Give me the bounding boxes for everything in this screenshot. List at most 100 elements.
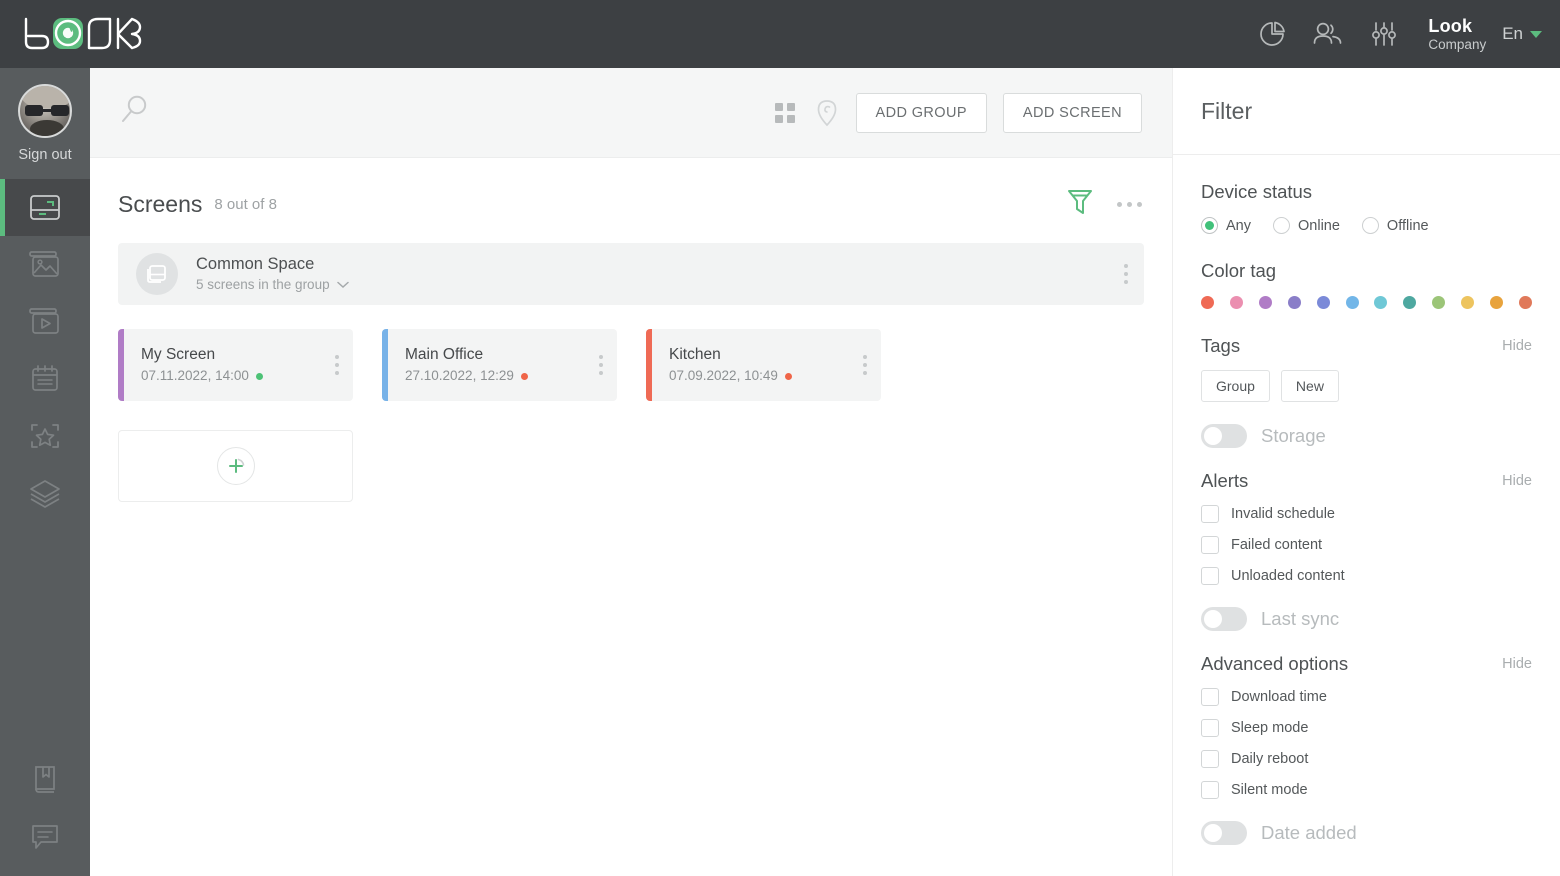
section-actions xyxy=(1065,186,1142,223)
screens-count: 8 out of 8 xyxy=(214,196,277,213)
sidebar-item-layers[interactable] xyxy=(0,464,90,521)
sidebar-item-screens[interactable] xyxy=(0,179,90,236)
date-added-toggle-row: Date added xyxy=(1201,821,1532,845)
screen-meta: 07.11.2022, 14:00 xyxy=(141,366,263,386)
color-swatch[interactable] xyxy=(1519,296,1532,309)
color-swatch[interactable] xyxy=(1432,296,1445,309)
group-text: Common Space 5 screens in the group xyxy=(196,254,349,294)
color-swatch[interactable] xyxy=(1259,296,1272,309)
checkbox-failed-content[interactable]: Failed content xyxy=(1201,536,1532,554)
sliders-icon[interactable] xyxy=(1356,11,1412,57)
storage-toggle-row: Storage xyxy=(1201,424,1532,448)
date-added-toggle[interactable] xyxy=(1201,821,1247,845)
radio-icon xyxy=(1362,217,1379,234)
color-swatch[interactable] xyxy=(1346,296,1359,309)
color-swatch[interactable] xyxy=(1201,296,1214,309)
checkbox-label: Daily reboot xyxy=(1231,751,1308,767)
color-swatch[interactable] xyxy=(1403,296,1416,309)
screen-menu-icon[interactable] xyxy=(335,355,339,375)
checkbox-download-time[interactable]: Download time xyxy=(1201,688,1532,706)
look-logo[interactable] xyxy=(22,14,152,54)
color-swatch[interactable] xyxy=(1490,296,1503,309)
group-row-common-space[interactable]: Common Space 5 screens in the group xyxy=(118,243,1144,305)
last-sync-toggle-row: Last sync xyxy=(1201,607,1532,631)
radio-icon xyxy=(1273,217,1290,234)
alerts-hide-link[interactable]: Hide xyxy=(1502,473,1532,489)
checkbox-silent-mode[interactable]: Silent mode xyxy=(1201,781,1532,799)
chevron-down-icon[interactable] xyxy=(337,281,349,289)
tag-chip-new[interactable]: New xyxy=(1281,370,1339,402)
checkbox-icon xyxy=(1201,719,1219,737)
card-body: My Screen 07.11.2022, 14:00 xyxy=(124,344,263,386)
color-swatch[interactable] xyxy=(1374,296,1387,309)
pie-chart-icon[interactable] xyxy=(1244,11,1300,57)
sidebar-item-images[interactable] xyxy=(0,236,90,293)
add-screen-card[interactable] xyxy=(118,430,353,502)
last-sync-toggle[interactable] xyxy=(1201,607,1247,631)
color-swatch[interactable] xyxy=(1288,296,1301,309)
card-body: Main Office 27.10.2022, 12:29 xyxy=(388,344,528,386)
screen-card[interactable]: Kitchen 07.09.2022, 10:49 xyxy=(646,329,881,401)
sidebar-nav xyxy=(0,179,90,521)
tag-chip-group[interactable]: Group xyxy=(1201,370,1270,402)
group-menu-icon[interactable] xyxy=(1124,264,1128,284)
grid-view-icon[interactable] xyxy=(772,100,798,126)
search-icon[interactable] xyxy=(116,92,152,133)
screen-meta: 07.09.2022, 10:49 xyxy=(669,366,792,386)
add-screen-button[interactable]: ADD SCREEN xyxy=(1003,93,1142,133)
sidebar-item-manual[interactable] xyxy=(0,750,90,807)
color-swatch[interactable] xyxy=(1230,296,1243,309)
screen-name: Main Office xyxy=(405,344,528,366)
main-content: ADD GROUP ADD SCREEN Screens 8 out of 8 xyxy=(90,68,1172,876)
group-name: Common Space xyxy=(196,254,349,275)
language-selector[interactable]: En xyxy=(1502,24,1542,44)
sidebar-item-video[interactable] xyxy=(0,293,90,350)
filter-funnel-icon[interactable] xyxy=(1065,186,1095,223)
checkbox-icon xyxy=(1201,536,1219,554)
filter-title: Filter xyxy=(1201,98,1252,125)
sidebar-item-support[interactable] xyxy=(0,807,90,864)
radio-online-label: Online xyxy=(1298,218,1340,234)
status-badge xyxy=(256,373,263,380)
checkbox-sleep-mode[interactable]: Sleep mode xyxy=(1201,719,1532,737)
status-badge xyxy=(785,373,792,380)
map-pin-icon[interactable] xyxy=(814,98,840,128)
radio-any[interactable]: Any xyxy=(1201,217,1251,234)
filter-body: Device status Any Online Offline Color t… xyxy=(1173,155,1560,845)
storage-toggle[interactable] xyxy=(1201,424,1247,448)
brand-block[interactable]: Look Company xyxy=(1428,16,1486,53)
checkbox-invalid-schedule[interactable]: Invalid schedule xyxy=(1201,505,1532,523)
checkbox-label: Sleep mode xyxy=(1231,720,1308,736)
storage-label: Storage xyxy=(1261,425,1326,447)
sign-out-label[interactable]: Sign out xyxy=(18,147,71,163)
screen-menu-icon[interactable] xyxy=(599,355,603,375)
avatar[interactable] xyxy=(18,84,72,138)
radio-offline[interactable]: Offline xyxy=(1362,217,1429,234)
tags-title: Tags xyxy=(1201,335,1240,357)
date-added-label: Date added xyxy=(1261,822,1357,844)
sidebar-item-schedule[interactable] xyxy=(0,350,90,407)
checkbox-unloaded-content[interactable]: Unloaded content xyxy=(1201,567,1532,585)
screen-menu-icon[interactable] xyxy=(863,355,867,375)
user-block[interactable]: Sign out xyxy=(0,68,90,163)
add-group-button[interactable]: ADD GROUP xyxy=(856,93,987,133)
advanced-hide-link[interactable]: Hide xyxy=(1502,656,1532,672)
color-swatch[interactable] xyxy=(1317,296,1330,309)
chevron-down-icon xyxy=(1530,31,1542,38)
checkbox-icon xyxy=(1201,688,1219,706)
checkbox-icon xyxy=(1201,505,1219,523)
radio-online[interactable]: Online xyxy=(1273,217,1340,234)
more-options-icon[interactable] xyxy=(1117,202,1142,207)
card-body: Kitchen 07.09.2022, 10:49 xyxy=(652,344,792,386)
left-sidebar: Sign out xyxy=(0,68,90,876)
screen-card[interactable]: My Screen 07.11.2022, 14:00 xyxy=(118,329,353,401)
tags-hide-link[interactable]: Hide xyxy=(1502,338,1532,354)
sidebar-item-widgets[interactable] xyxy=(0,407,90,464)
checkbox-daily-reboot[interactable]: Daily reboot xyxy=(1201,750,1532,768)
color-swatch[interactable] xyxy=(1461,296,1474,309)
alerts-title: Alerts xyxy=(1201,470,1248,492)
screen-card[interactable]: Main Office 27.10.2022, 12:29 xyxy=(382,329,617,401)
screen-timestamp: 07.09.2022, 10:49 xyxy=(669,366,778,386)
brand-name: Look xyxy=(1428,16,1486,36)
people-icon[interactable] xyxy=(1300,11,1356,57)
